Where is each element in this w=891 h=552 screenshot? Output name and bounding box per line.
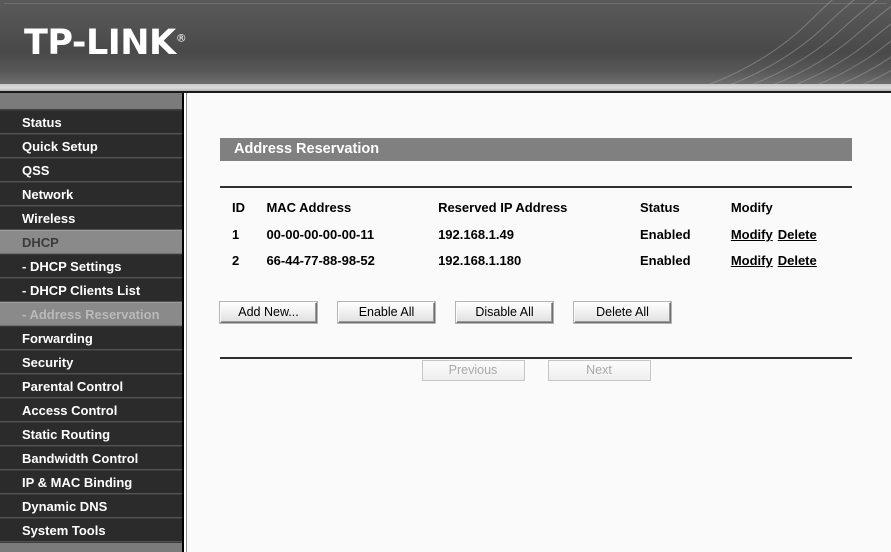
logo-text: TP-LINK	[24, 23, 176, 63]
table-header: ID MAC Address Reserved IP Address Statu…	[220, 196, 852, 224]
column-header-status: Status	[639, 200, 680, 215]
enable-all-button[interactable]: Enable All	[338, 302, 435, 323]
sidebar-item-forwarding[interactable]: Forwarding	[0, 326, 182, 350]
router-admin-page: TP-LINK® Status Quick Setup QSS Network Wire…	[0, 0, 891, 552]
previous-page-button[interactable]: Previous	[421, 360, 525, 381]
address-reservation-table: ID MAC Address Reserved IP Address Statu…	[220, 196, 852, 276]
sidebar-item-dhcp[interactable]: DHCP	[0, 230, 182, 254]
cell-reserved-ip: 192.168.1.49	[438, 227, 514, 242]
page-title: Address Reservation	[220, 138, 852, 161]
header-banner: TP-LINK®	[0, 0, 891, 84]
column-header-modify: Modify	[730, 200, 773, 215]
sidebar-bottom-cap	[0, 542, 182, 552]
pagination-row: Previous Next	[220, 360, 852, 381]
column-header-id: ID	[232, 200, 245, 215]
cell-reserved-ip: 192.168.1.180	[438, 253, 522, 268]
modify-link[interactable]: Modify	[731, 227, 773, 242]
table-top-divider	[220, 186, 852, 188]
disable-all-button[interactable]: Disable All	[456, 302, 553, 323]
delete-link[interactable]: Delete	[778, 227, 817, 242]
sidebar-item-ip-mac-binding[interactable]: IP & MAC Binding	[0, 470, 182, 494]
table-row: 1 00-00-00-00-00-11 192.168.1.49 Enabled Mod…	[220, 224, 852, 250]
header-swirl-decoration	[708, 0, 891, 84]
sidebar-nav: Status Quick Setup QSS Network Wireless DHCP -…	[0, 93, 184, 552]
delete-all-button[interactable]: Delete All	[574, 302, 671, 323]
cell-status: Enabled	[639, 253, 691, 268]
table-header-row: ID MAC Address Reserved IP Address Statu…	[220, 196, 852, 224]
sidebar-item-qss[interactable]: QSS	[0, 158, 182, 182]
sidebar-item-parental-control[interactable]: Parental Control	[0, 374, 182, 398]
cell-modify-actions: Modify Delete	[731, 224, 852, 250]
action-button-row: Add New... Enable All Disable All Delete…	[220, 302, 860, 323]
delete-link[interactable]: Delete	[778, 253, 817, 268]
table-body: 1 00-00-00-00-00-11 192.168.1.49 Enabled Mod…	[220, 224, 852, 276]
cell-modify-actions: Modify Delete	[731, 250, 852, 276]
sidebar-item-dhcp-settings[interactable]: - DHCP Settings	[0, 254, 182, 278]
sidebar-item-dhcp-clients-list[interactable]: - DHCP Clients List	[0, 278, 182, 302]
sidebar-item-quick-setup[interactable]: Quick Setup	[0, 134, 182, 158]
sidebar-item-dynamic-dns[interactable]: Dynamic DNS	[0, 494, 182, 518]
sidebar-item-security[interactable]: Security	[0, 350, 182, 374]
sidebar-item-bandwidth-control[interactable]: Bandwidth Control	[0, 446, 182, 470]
column-header-ip: Reserved IP Address	[438, 200, 568, 215]
header-top-highlight	[4, 3, 887, 4]
sidebar-item-wireless[interactable]: Wireless	[0, 206, 182, 230]
sidebar-item-access-control[interactable]: Access Control	[0, 398, 182, 422]
next-page-button[interactable]: Next	[547, 360, 651, 381]
sidebar-item-network[interactable]: Network	[0, 182, 182, 206]
modify-link[interactable]: Modify	[731, 253, 773, 268]
column-header-mac: MAC Address	[266, 200, 352, 215]
cell-id: 2	[232, 253, 240, 268]
cell-status: Enabled	[639, 227, 691, 242]
registered-trademark-icon: ®	[175, 31, 187, 45]
header-divider-light	[0, 84, 891, 91]
sidebar-top-cap	[0, 93, 182, 110]
cell-id: 1	[232, 227, 240, 242]
tplink-logo: TP-LINK®	[24, 26, 187, 61]
sidebar-item-status[interactable]: Status	[0, 110, 182, 134]
pager-top-divider	[220, 357, 852, 359]
add-new-button[interactable]: Add New...	[220, 302, 317, 323]
sidebar-item-system-tools[interactable]: System Tools	[0, 518, 182, 542]
cell-mac-address: 00-00-00-00-00-11	[266, 227, 375, 242]
sidebar-item-list: Status Quick Setup QSS Network Wireless DHCP -…	[0, 110, 182, 542]
table-row: 2 66-44-77-88-98-52 192.168.1.180 Enabled Mo…	[220, 250, 852, 276]
cell-mac-address: 66-44-77-88-98-52	[266, 253, 375, 268]
content-area: Address Reservation ID MAC Address Reser…	[186, 93, 891, 552]
sidebar-item-static-routing[interactable]: Static Routing	[0, 422, 182, 446]
sidebar-item-address-reservation[interactable]: - Address Reservation	[0, 302, 182, 326]
